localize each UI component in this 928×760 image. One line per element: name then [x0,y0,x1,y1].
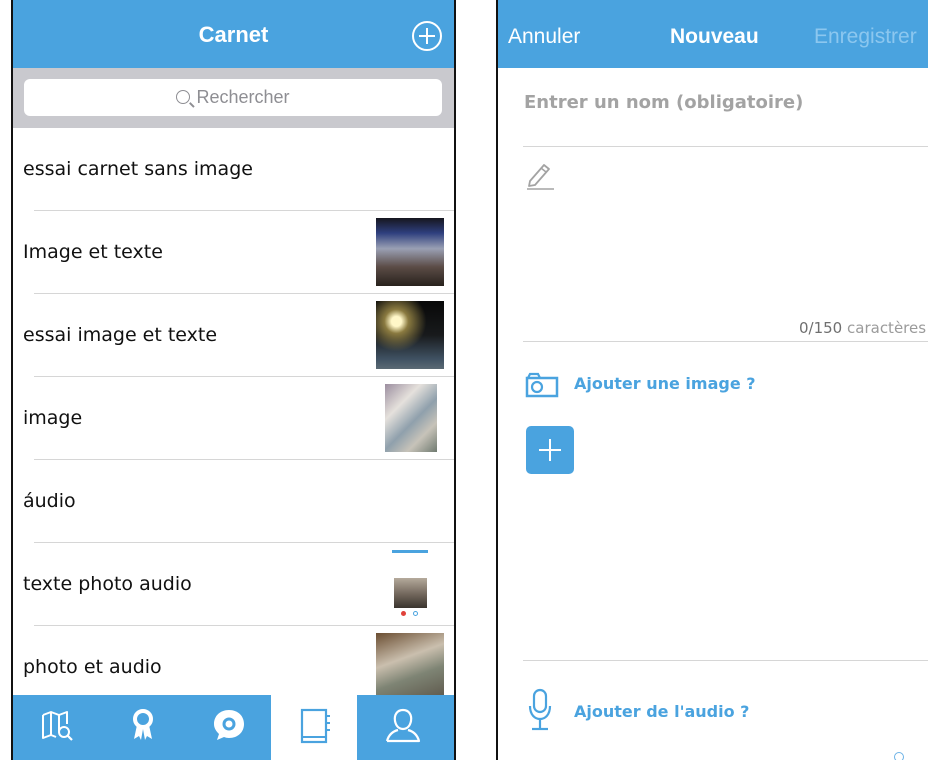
list-item-label: Image et texte [23,241,163,263]
save-button[interactable]: Enregistrer [814,25,917,49]
tab-map[interactable] [13,695,99,760]
description-textarea[interactable] [568,150,908,310]
list-item-label: áudio [23,490,76,512]
list-item-label: essai carnet sans image [23,158,253,180]
divider [523,146,928,147]
tab-awards[interactable] [99,695,185,760]
add-image-button[interactable] [526,426,574,474]
profile-icon [385,708,421,743]
tab-messages[interactable] [185,695,271,760]
navigation-bar: Annuler Nouveau Enregistrer [498,0,928,68]
thumbnail-image [376,633,444,701]
notebook-list-screen: Carnet Rechercher essai carnet sans imag… [11,0,456,760]
divider [523,660,928,661]
thumbnail-image [376,301,444,369]
add-image-link[interactable]: Ajouter une image ? [574,374,756,393]
divider [523,341,928,342]
list-item[interactable]: essai carnet sans image [13,128,454,211]
navigation-bar: Carnet [13,0,454,68]
list-item-label: essai image et texte [23,324,218,346]
search-icon [176,90,191,104]
record-icon [894,752,904,760]
chat-bubble-icon [214,710,244,740]
list-item[interactable]: Image et texte [13,211,454,294]
character-counter: 0/150 caractères [799,319,926,337]
list-item[interactable]: texte photo audio [13,543,454,626]
list-item-label: image [23,407,83,429]
name-input[interactable]: Entrer un nom (obligatoire) [524,92,803,113]
thumbnail-image [385,384,437,452]
camera-icon [525,372,559,398]
new-notebook-screen: Annuler Nouveau Enregistrer Entrer un no… [496,0,928,760]
search-bar: Rechercher [13,68,454,128]
list-item[interactable]: essai image et texte [13,294,454,377]
tab-profile[interactable] [357,695,443,760]
list-item[interactable]: image [13,377,454,460]
tab-notebooks[interactable] [271,695,357,760]
plus-circle-icon[interactable] [412,21,442,51]
search-input[interactable]: Rechercher [24,79,442,116]
list-item-label: texte photo audio [23,573,192,595]
pencil-icon [527,164,554,190]
notebook-icon [300,708,330,744]
thumbnail-image [376,218,444,286]
search-placeholder: Rechercher [196,87,290,107]
character-count-label: caractères [847,319,927,337]
character-count: 0/150 [799,319,843,337]
award-ribbon-icon [133,709,153,740]
thumbnail-image [389,550,431,618]
page-title: Carnet [198,22,269,47]
list-item[interactable]: áudio [13,460,454,543]
map-search-icon [42,711,73,741]
tab-bar [13,695,454,760]
cancel-button[interactable]: Annuler [508,25,580,49]
page-title: Nouveau [670,25,759,48]
notebook-list: essai carnet sans image Image et texte e… [13,128,454,709]
microphone-icon [528,688,552,731]
add-audio-link[interactable]: Ajouter de l'audio ? [574,702,749,721]
